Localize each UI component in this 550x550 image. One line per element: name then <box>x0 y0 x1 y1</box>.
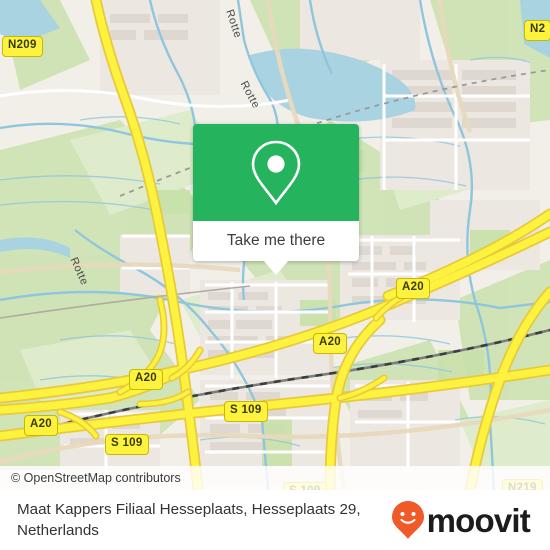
road-shield-a20-2: A20 <box>313 333 347 354</box>
road-shield-s109-2: S 109 <box>105 434 149 455</box>
take-me-there-label: Take me there <box>226 232 326 249</box>
take-me-there-button[interactable]: Take me there <box>193 221 359 261</box>
location-popup-card[interactable]: Take me there <box>193 124 359 275</box>
road-shield-n209: N209 <box>2 36 43 57</box>
road-shield-a20-4: A20 <box>24 415 58 436</box>
road-shield-n2: N2 <box>524 20 550 41</box>
popup-marker-area <box>193 124 359 221</box>
road-shield-a20-1: A20 <box>396 278 430 299</box>
footer-bar: Maat Kappers Filiaal Hesseplaats, Hessep… <box>0 490 550 550</box>
place-title: Maat Kappers Filiaal Hesseplaats, Hessep… <box>17 501 361 539</box>
osm-attribution-text[interactable]: © OpenStreetMap contributors <box>0 471 181 485</box>
moovit-wordmark: moovit <box>426 501 531 539</box>
moovit-location-card: N209 N2 A20 A20 A20 A20 S 109 S 109 S 10… <box>0 0 550 550</box>
road-shield-a20-3: A20 <box>129 369 163 390</box>
popup-pointer-tail <box>263 260 289 275</box>
map-attribution-bar: © OpenStreetMap contributors <box>0 466 550 490</box>
road-shield-s109-1: S 109 <box>224 401 268 422</box>
moovit-pin-icon <box>391 501 424 539</box>
map-canvas[interactable]: N209 N2 A20 A20 A20 A20 S 109 S 109 S 10… <box>0 0 550 490</box>
moovit-logo[interactable]: moovit <box>391 500 531 540</box>
map-pin-icon <box>251 140 301 205</box>
